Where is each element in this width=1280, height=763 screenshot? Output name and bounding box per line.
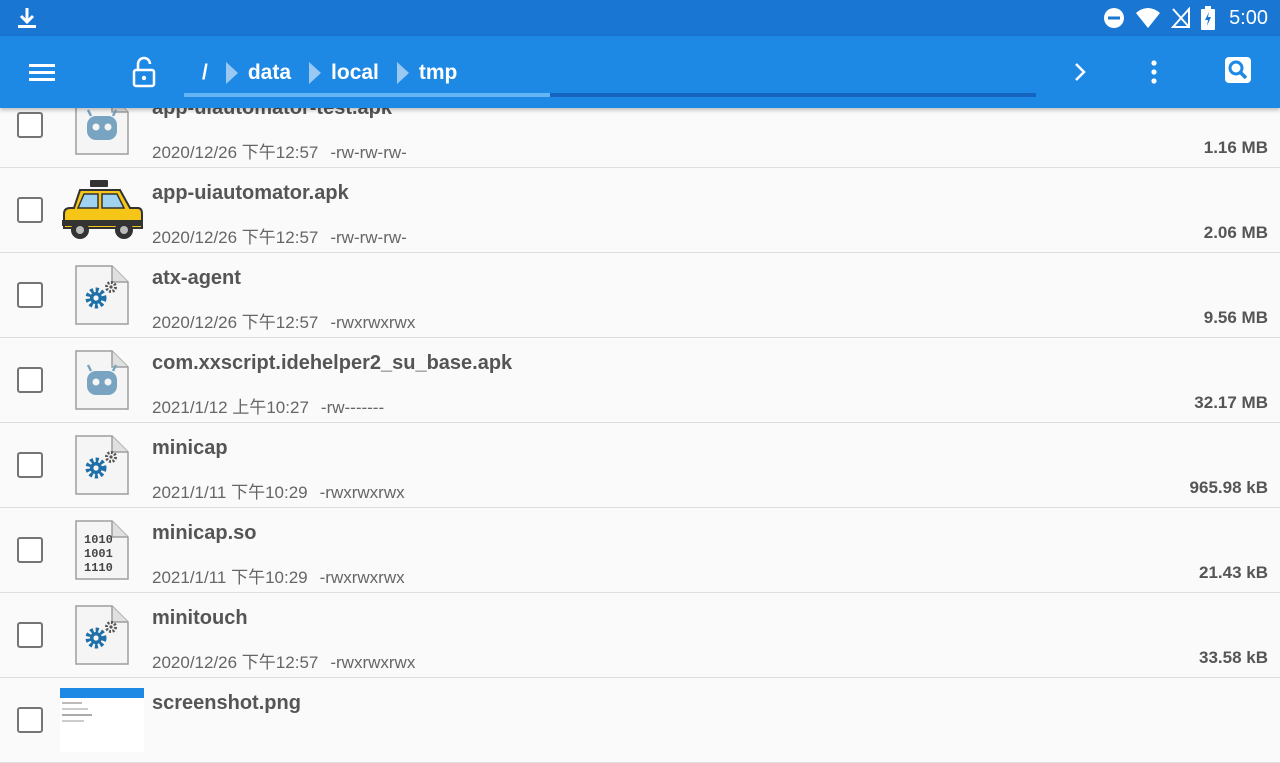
- download-icon: [18, 8, 36, 28]
- svg-text:1001: 1001: [84, 547, 113, 561]
- file-meta: 2021/1/11 下午10:29 -rwxrwxrwx: [152, 478, 405, 503]
- file-date: 2020/12/26 下午12:57: [152, 313, 319, 332]
- battery-charging-icon: [1201, 6, 1216, 30]
- breadcrumb-tmp[interactable]: tmp: [413, 61, 464, 85]
- file-size: 33.58 kB: [1199, 648, 1268, 667]
- file-thumbnail: [60, 348, 144, 412]
- breadcrumb-separator-icon: [396, 62, 409, 84]
- clock: 5:00: [1229, 6, 1268, 29]
- file-name: minicap.so: [152, 522, 257, 544]
- file-thumbnail: [60, 178, 144, 242]
- file-date: 2020/12/26 下午12:57: [152, 143, 319, 162]
- executable-file-icon: [75, 265, 129, 325]
- forward-button[interactable]: [1064, 56, 1096, 88]
- android-apk-icon: [75, 350, 129, 410]
- file-size: 965.98 kB: [1189, 478, 1268, 497]
- loading-progress-fill: [184, 93, 551, 97]
- unlock-icon: [132, 56, 156, 88]
- file-row[interactable]: 1010 1001 1110 minicap.so 2021/1/11 下午10:2…: [0, 508, 1280, 593]
- breadcrumb-data[interactable]: data: [242, 61, 297, 85]
- file-permissions: -rw-rw-rw-: [330, 228, 407, 247]
- file-date: 2021/1/11 下午10:29: [152, 568, 308, 587]
- image-thumbnail: [60, 688, 144, 752]
- select-checkbox[interactable]: [17, 282, 43, 308]
- file-thumbnail: 1010 1001 1110: [60, 518, 144, 582]
- file-meta: 2020/12/26 下午12:57 -rw-rw-rw-: [152, 138, 407, 163]
- file-name: minicap: [152, 437, 228, 459]
- select-checkbox[interactable]: [17, 112, 43, 138]
- lock-button[interactable]: [124, 52, 164, 92]
- breadcrumb-separator-icon: [225, 62, 238, 84]
- file-permissions: -rw-------: [320, 398, 385, 417]
- status-bar: 5:00: [0, 0, 1280, 36]
- binary-file-icon: 101010011110: [75, 520, 129, 580]
- file-row[interactable]: app-uiautomator.apk 2020/12/26 下午12:57 -r…: [0, 168, 1280, 253]
- chevron-right-icon: [1075, 63, 1086, 81]
- do-not-disturb-icon: [1104, 8, 1125, 28]
- file-row[interactable]: minicap 2021/1/11 下午10:29 -rwxrwxrwx 965.…: [0, 423, 1280, 508]
- file-row[interactable]: screenshot.png: [0, 678, 1280, 763]
- breadcrumb-separator-icon: [309, 62, 322, 84]
- file-size: 32.17 MB: [1194, 393, 1268, 412]
- select-checkbox[interactable]: [17, 707, 43, 733]
- executable-file-icon: [75, 605, 129, 665]
- file-row[interactable]: minitouch 2020/12/26 下午12:57 -rwxrwxrwx 3…: [0, 593, 1280, 678]
- executable-file-icon: [75, 435, 129, 495]
- file-name: minitouch: [152, 607, 248, 629]
- menu-button[interactable]: [22, 56, 62, 88]
- file-date: 2021/1/11 下午10:29: [152, 483, 308, 502]
- file-row[interactable]: com.xxscript.idehelper2_su_base.apk 2021…: [0, 338, 1280, 423]
- select-checkbox[interactable]: [17, 367, 43, 393]
- file-permissions: -rwxrwxrwx: [330, 653, 416, 672]
- loading-progress: [184, 93, 1036, 97]
- file-meta: 2020/12/26 下午12:57 -rw-rw-rw-: [152, 223, 407, 248]
- file-thumbnail: [60, 263, 144, 327]
- file-thumbnail: [60, 603, 144, 667]
- taxi-app-icon: [62, 180, 143, 239]
- file-thumbnail: [60, 688, 144, 752]
- file-name: app-uiautomator.apk: [152, 182, 349, 204]
- file-meta: 2020/12/26 下午12:57 -rwxrwxrwx: [152, 648, 415, 673]
- file-size: 21.43 kB: [1199, 563, 1268, 582]
- file-date: 2020/12/26 下午12:57: [152, 228, 319, 247]
- file-meta: 2021/1/11 下午10:29 -rwxrwxrwx: [152, 563, 405, 588]
- select-checkbox[interactable]: [17, 537, 43, 563]
- select-checkbox[interactable]: [17, 622, 43, 648]
- wifi-icon: [1136, 8, 1161, 28]
- hamburger-menu-icon: [29, 64, 55, 81]
- file-name: screenshot.png: [152, 692, 301, 714]
- toolbar: / data local tmp: [0, 36, 1280, 108]
- search-button[interactable]: [1222, 54, 1254, 86]
- file-date: 2020/12/26 下午12:57: [152, 653, 319, 672]
- file-permissions: -rwxrwxrwx: [330, 313, 416, 332]
- search-icon: [1225, 57, 1251, 83]
- select-checkbox[interactable]: [17, 452, 43, 478]
- file-size: 1.16 MB: [1203, 138, 1268, 157]
- more-vert-icon: [1151, 60, 1157, 84]
- more-options-button[interactable]: [1138, 54, 1170, 90]
- file-meta: 2021/1/12 上午10:27 -rw-------: [152, 393, 384, 418]
- file-thumbnail: [60, 433, 144, 497]
- breadcrumb-root[interactable]: /: [196, 61, 214, 85]
- svg-text:1010: 1010: [84, 533, 113, 547]
- file-permissions: -rw-rw-rw-: [330, 143, 407, 162]
- file-meta: [152, 733, 164, 753]
- file-size: 9.56 MB: [1203, 308, 1268, 327]
- no-signal-icon: [1171, 7, 1191, 28]
- file-row[interactable]: atx-agent 2020/12/26 下午12:57 -rwxrwxrwx 9…: [0, 253, 1280, 338]
- file-name: atx-agent: [152, 267, 241, 289]
- file-list: app-uiautomator-test.apk 2020/12/26 下午12…: [0, 83, 1280, 763]
- breadcrumb-local[interactable]: local: [325, 61, 385, 85]
- file-meta: 2020/12/26 下午12:57 -rwxrwxrwx: [152, 308, 415, 333]
- select-checkbox[interactable]: [17, 197, 43, 223]
- file-permissions: -rwxrwxrwx: [319, 568, 405, 587]
- file-name: com.xxscript.idehelper2_su_base.apk: [152, 352, 513, 374]
- file-size: 2.06 MB: [1203, 223, 1268, 242]
- file-permissions: -rwxrwxrwx: [319, 483, 405, 502]
- file-date: 2021/1/12 上午10:27: [152, 398, 309, 417]
- svg-text:1110: 1110: [84, 561, 113, 575]
- breadcrumb: / data local tmp: [196, 58, 463, 88]
